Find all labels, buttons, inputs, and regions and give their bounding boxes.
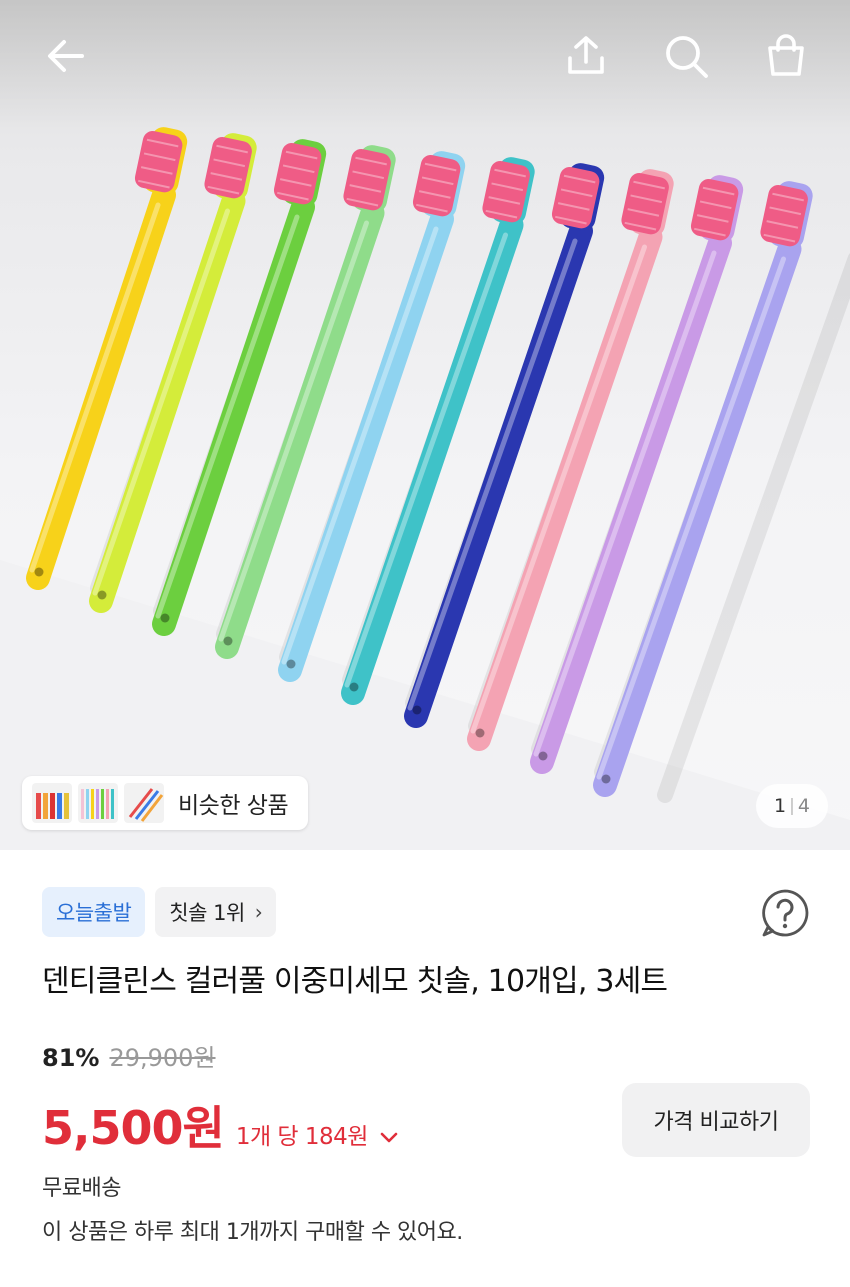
image-page-counter: 1 | 4 (756, 784, 828, 828)
arrow-left-icon (48, 40, 84, 72)
category-rank-label: 칫솔 1위 (169, 901, 245, 925)
page-separator: | (789, 796, 795, 816)
price-compare-button[interactable]: 가격 비교하기 (622, 1083, 810, 1157)
similar-products-button[interactable]: 비슷한 상품 (22, 776, 308, 830)
unit-price[interactable]: 1개 당 184원 (236, 1117, 369, 1151)
price-row: 5,500원 1개 당 184원 (42, 1092, 398, 1158)
top-gradient-overlay (0, 0, 850, 130)
share-icon (568, 36, 604, 74)
share-button[interactable] (556, 26, 616, 86)
badge-row: 오늘출발 칫솔 1위 › (42, 887, 277, 937)
sale-price: 5,500원 (42, 1101, 225, 1155)
original-price: 29,900원 (109, 1044, 216, 1072)
purchase-limit-note: 이 상품은 하루 최대 1개까지 구매할 수 있어요. (42, 1220, 463, 1245)
current-page: 1 (774, 795, 787, 817)
chevron-right-icon: › (254, 900, 263, 924)
search-button[interactable] (656, 26, 716, 86)
help-button[interactable] (758, 886, 812, 940)
question-circle-icon (762, 889, 809, 937)
product-image-gallery[interactable]: 비슷한 상품 1 | 4 (0, 0, 850, 850)
today-shipping-badge: 오늘출발 (42, 887, 146, 937)
similar-product-thumbnail (32, 783, 72, 823)
back-button[interactable] (36, 26, 96, 86)
similar-product-thumbnail (78, 783, 118, 823)
shopping-bag-icon (768, 34, 804, 76)
product-title: 덴티클린스 컬러풀 이중미세모 칫솔, 10개입, 3세트 (42, 964, 668, 999)
similar-products-label: 비슷한 상품 (178, 793, 289, 819)
discount-row: 81% 29,900원 (42, 1038, 216, 1073)
chevron-down-icon[interactable] (380, 1125, 398, 1149)
total-pages: 4 (797, 795, 810, 817)
discount-rate: 81% (42, 1044, 100, 1072)
shipping-info: 무료배송 (42, 1176, 121, 1201)
similar-product-thumbnail (124, 783, 164, 823)
category-rank-badge[interactable]: 칫솔 1위 › (155, 887, 277, 937)
cart-button[interactable] (756, 26, 816, 86)
search-icon (666, 36, 708, 78)
